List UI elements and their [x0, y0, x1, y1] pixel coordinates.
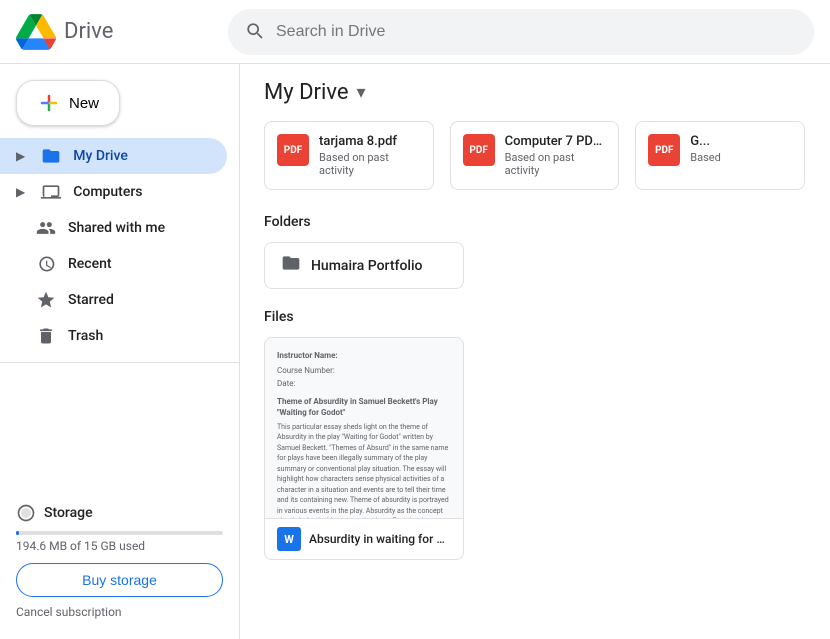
- sidebar-item-shared[interactable]: Shared with me: [0, 210, 227, 246]
- files-section: Files Instructor Name: Course Number: Da…: [264, 309, 806, 564]
- sidebar-item-recent[interactable]: Recent: [0, 246, 227, 282]
- files-section-label: Files: [264, 309, 806, 325]
- sidebar-divider: [0, 362, 239, 363]
- computers-icon: [41, 182, 61, 202]
- sidebar-item-shared-label: Shared with me: [68, 220, 165, 236]
- suggested-files-row: PDF tarjama 8.pdf Based on past activity…: [264, 121, 806, 190]
- pdf-icon-2: PDF: [648, 134, 680, 166]
- folders-section-label: Folders: [264, 214, 806, 230]
- trash-icon: [36, 326, 56, 346]
- suggested-card-0[interactable]: PDF tarjama 8.pdf Based on past activity: [264, 121, 434, 190]
- word-icon-0: W: [277, 527, 301, 551]
- sidebar-item-recent-label: Recent: [68, 256, 112, 272]
- suggested-card-1-sub: Based on past activity: [505, 151, 607, 177]
- suggested-card-1-name: Computer 7 PDF watermark r...: [505, 134, 607, 149]
- content-header: My Drive ▾: [264, 80, 806, 105]
- storage-section: Storage 194.6 MB of 15 GB used Buy stora…: [0, 491, 239, 631]
- my-drive-dropdown-icon[interactable]: ▾: [357, 82, 366, 103]
- sidebar-item-my-drive[interactable]: ▶ My Drive: [0, 138, 227, 174]
- folder-item-0[interactable]: Humaira Portfolio: [264, 242, 464, 289]
- search-bar[interactable]: [228, 9, 814, 55]
- header: Drive: [0, 0, 830, 64]
- pdf-icon-1: PDF: [463, 134, 495, 166]
- new-button-label: New: [69, 95, 99, 112]
- new-button[interactable]: New: [16, 80, 120, 126]
- buy-storage-button[interactable]: Buy storage: [16, 563, 223, 597]
- file-card-0-name: Absurdity in waiting for g...: [309, 532, 451, 546]
- app-title: Drive: [64, 19, 113, 44]
- storage-bar-fill: [16, 531, 19, 535]
- sidebar-item-computers-label: Computers: [73, 184, 142, 200]
- drive-logo-icon: [16, 12, 56, 52]
- suggested-card-0-name: tarjama 8.pdf: [319, 134, 421, 149]
- sidebar-item-starred[interactable]: Starred: [0, 282, 227, 318]
- suggested-card-2-name: G...: [690, 134, 792, 149]
- my-drive-chevron: ▶: [16, 149, 25, 163]
- recent-icon: [36, 254, 56, 274]
- suggested-card-2-sub: Based: [690, 151, 792, 164]
- suggested-card-0-sub: Based on past activity: [319, 151, 421, 177]
- page-title: My Drive: [264, 80, 349, 105]
- search-input[interactable]: [276, 23, 798, 41]
- sidebar-item-trash[interactable]: Trash: [0, 318, 227, 354]
- logo-area: Drive: [16, 12, 216, 52]
- sidebar-item-computers[interactable]: ▶ Computers: [0, 174, 227, 210]
- content-area: My Drive ▾ PDF tarjama 8.pdf Based on pa…: [240, 64, 830, 639]
- plus-icon: [37, 91, 61, 115]
- sidebar-item-trash-label: Trash: [68, 328, 103, 344]
- storage-icon: Storage: [16, 503, 223, 523]
- starred-icon: [36, 290, 56, 310]
- file-footer-0: W Absurdity in waiting for g...: [265, 518, 463, 559]
- folders-section: Folders Humaira Portfolio: [264, 214, 806, 289]
- folder-icon: [281, 253, 301, 278]
- search-icon: [244, 20, 264, 44]
- folder-item-0-name: Humaira Portfolio: [311, 258, 422, 274]
- main-layout: New ▶ My Drive ▶ Computers Shared with m…: [0, 64, 830, 639]
- suggested-card-1[interactable]: PDF Computer 7 PDF watermark r... Based …: [450, 121, 620, 190]
- pdf-icon-0: PDF: [277, 134, 309, 166]
- file-preview-0: Instructor Name: Course Number: Date: Th…: [265, 338, 463, 518]
- sidebar: New ▶ My Drive ▶ Computers Shared with m…: [0, 64, 240, 639]
- computers-chevron: ▶: [16, 185, 25, 199]
- suggested-card-2[interactable]: PDF G... Based: [635, 121, 805, 190]
- sidebar-item-my-drive-label: My Drive: [73, 148, 128, 164]
- cancel-subscription-link[interactable]: Cancel subscription: [16, 605, 223, 619]
- storage-used-text: 194.6 MB of 15 GB used: [16, 539, 223, 553]
- my-drive-icon: [41, 146, 61, 166]
- shared-icon: [36, 218, 56, 238]
- sidebar-item-starred-label: Starred: [68, 292, 114, 308]
- file-card-0[interactable]: Instructor Name: Course Number: Date: Th…: [264, 337, 464, 560]
- storage-bar-background: [16, 531, 223, 535]
